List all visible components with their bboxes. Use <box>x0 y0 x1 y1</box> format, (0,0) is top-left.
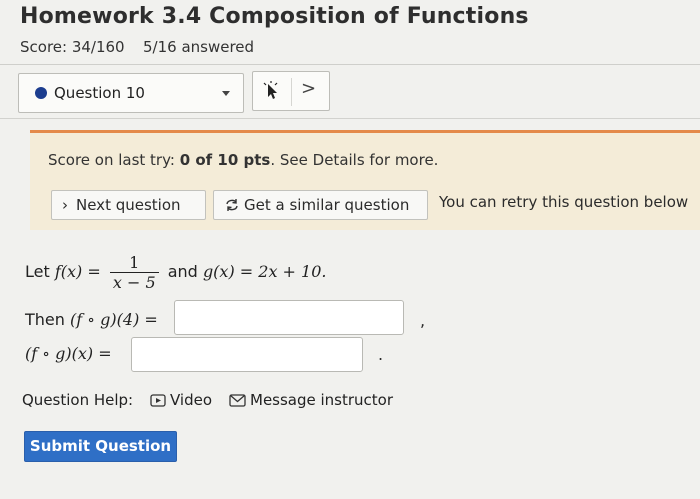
section-divider <box>0 118 700 119</box>
pointer-icon[interactable] <box>263 81 283 103</box>
period-punct: . <box>378 345 384 364</box>
score-text: Score: 34/160 <box>20 38 125 56</box>
video-link[interactable]: Video <box>150 391 212 411</box>
answer-input-2[interactable] <box>131 337 363 372</box>
refresh-icon <box>224 193 240 221</box>
question-help-label: Question Help: <box>22 391 134 409</box>
last-try-score: Score on last try: 0 of 10 pts. See Deta… <box>48 151 439 169</box>
retry-message: You can retry this question below <box>439 193 689 211</box>
answered-count: 5/16 answered <box>143 38 255 56</box>
problem-statement: Let f(x) = 1 x − 5 and g(x) = 2x + 10. <box>25 253 327 292</box>
question-nav: > <box>252 71 330 111</box>
f-fraction: 1 x − 5 <box>109 253 159 292</box>
nav-divider <box>291 78 292 106</box>
next-question-arrow[interactable]: > <box>301 78 316 99</box>
comma-punct: , <box>420 311 426 330</box>
next-question-button[interactable]: › Next question <box>51 190 206 220</box>
question-select[interactable]: Question 10 <box>18 73 244 113</box>
message-instructor-link[interactable]: Message instructor <box>229 391 393 411</box>
caret-down-icon <box>222 91 230 96</box>
mail-icon <box>229 393 246 411</box>
header-divider <box>0 64 700 65</box>
status-dot-icon <box>35 87 47 99</box>
video-icon <box>150 393 166 411</box>
submit-question-button[interactable]: Submit Question <box>24 431 177 462</box>
chevron-right-icon: › <box>62 196 68 214</box>
similar-question-button[interactable]: Get a similar question <box>213 190 428 220</box>
question-part-2: (f ∘ g)(x) = <box>25 344 112 363</box>
question-part-1: Then (f ∘ g)(4) = <box>25 310 158 329</box>
answer-input-1[interactable] <box>174 300 404 335</box>
feedback-panel: Score on last try: 0 of 10 pts. See Deta… <box>30 130 700 230</box>
question-select-label: Question 10 <box>54 84 145 102</box>
page-title: Homework 3.4 Composition of Functions <box>20 4 529 29</box>
